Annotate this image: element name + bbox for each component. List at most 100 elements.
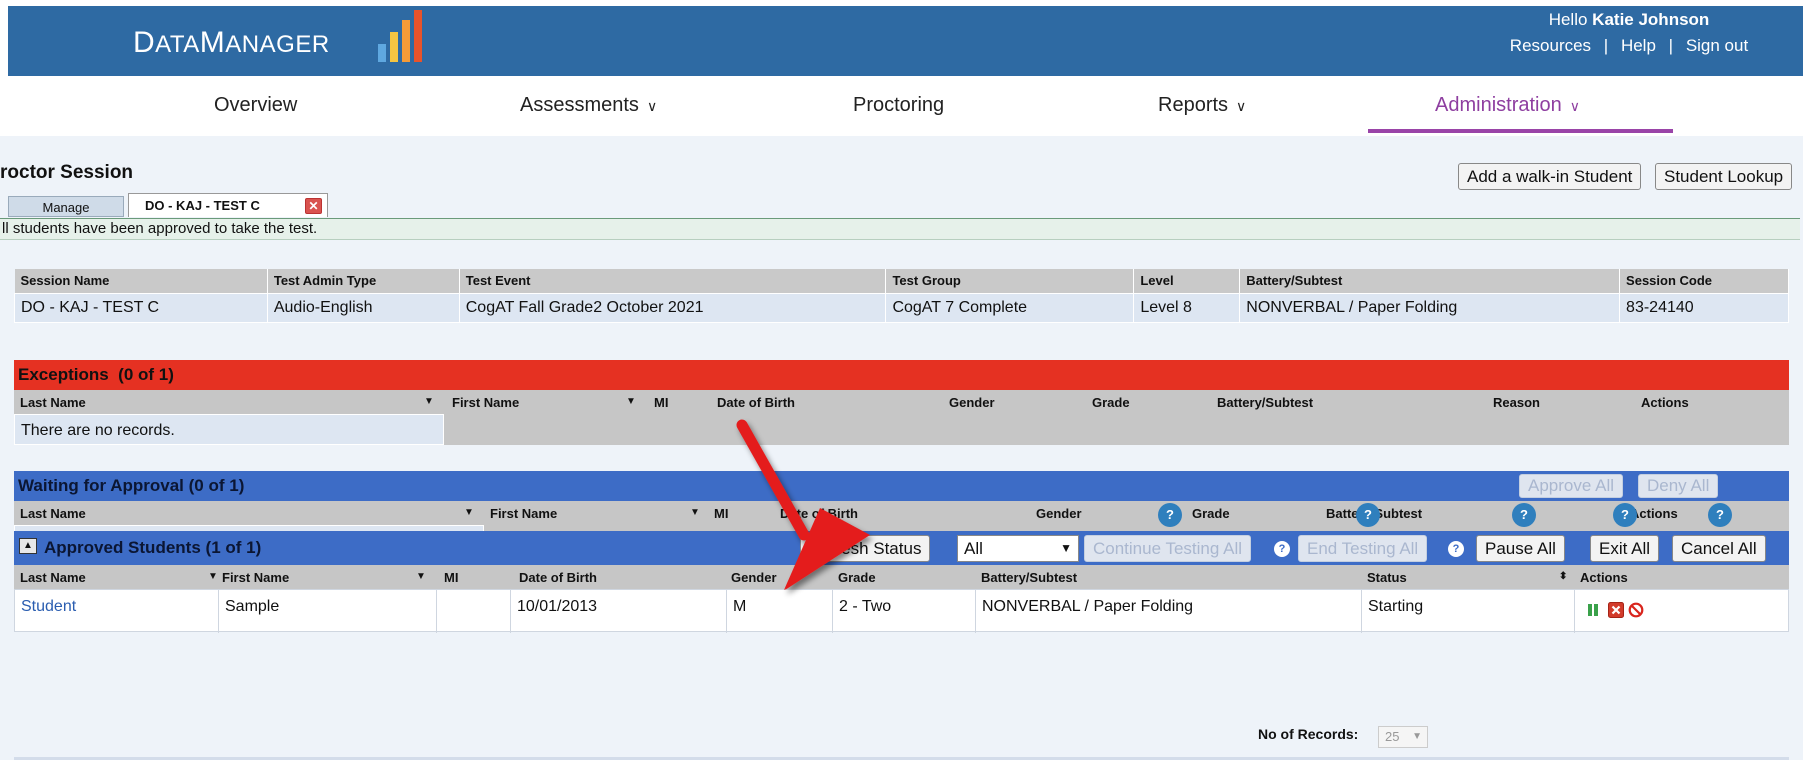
user-name: Katie Johnson [1592,10,1710,29]
add-walk-in-student-button[interactable]: Add a walk-in Student [1458,163,1642,190]
student-lookup-button[interactable]: Student Lookup [1655,163,1793,190]
help-link[interactable]: Help [1621,36,1656,55]
column-header: Grade [1192,506,1230,521]
column-header: Actions [1630,506,1678,521]
help-icon[interactable]: ? [1613,503,1637,527]
separator: | [1668,36,1674,55]
nav-assessments[interactable]: Assessments ∨ [520,94,657,117]
table-cell: DO - KAJ - TEST C [14,292,268,323]
sort-down-icon[interactable]: ▼ [208,571,218,582]
table-cell: NONVERBAL / Paper Folding [976,590,1362,633]
column-header: Date of Birth [519,570,597,585]
column-header[interactable]: Last Name [20,506,86,521]
exceptions-columns: Last Name ▼ First Name ▼ MI Date of Birt… [14,390,1789,414]
table-cell: CogAT Fall Grade2 October 2021 [458,292,887,323]
help-icon[interactable]: ? [1356,503,1380,527]
table-header-row: Session Name Test Admin Type Test Event … [14,269,1789,293]
approval-notice: ll students have been approved to take t… [0,218,1800,240]
logo-bars-icon [378,10,424,62]
status-filter-select[interactable]: All ▼ [957,535,1079,562]
pause-icon[interactable] [1585,602,1601,618]
table-cell: CogAT 7 Complete [885,292,1135,323]
sort-down-icon[interactable]: ▼ [464,507,474,518]
nav-reports[interactable]: Reports ∨ [1158,94,1246,117]
help-icon[interactable]: ? [1158,503,1182,527]
column-header: Test Event [459,269,887,293]
separator: | [1603,36,1609,55]
help-icon[interactable]: ? [1708,503,1732,527]
exit-all-button[interactable]: Exit All [1590,535,1660,562]
tab-manage[interactable]: Manage [8,196,124,217]
column-header[interactable]: Last Name [20,395,86,410]
main-nav: Overview Assessments ∨ Proctoring Reports… [8,76,1803,136]
column-header[interactable]: First Name [222,570,289,585]
column-header: MI [714,506,729,521]
sort-icon[interactable]: ⬍ [1559,571,1567,582]
column-header: Gender [731,570,777,585]
refresh-status-button[interactable]: Refresh Status [800,535,931,562]
table-cell: M [727,590,833,633]
page-title: roctor Session [0,162,134,183]
nav-administration[interactable]: Administration ∨ [1435,94,1580,117]
column-header: Session Name [14,269,268,293]
nav-proctoring[interactable]: Proctoring [853,94,944,117]
active-nav-underline [1368,129,1673,133]
cancel-all-button[interactable]: Cancel All [1672,535,1766,562]
column-header: Grade [1092,395,1130,410]
chevron-down-icon: ∨ [1569,98,1580,114]
column-header[interactable]: First Name [490,506,557,521]
column-header: Reason [1493,395,1540,410]
close-tab-icon[interactable]: ✕ [305,198,322,214]
sort-down-icon[interactable]: ▼ [690,507,700,518]
table-cell: 2 - Two [833,590,976,633]
help-icon[interactable]: ? [1512,503,1536,527]
records-label: No of Records: [1258,726,1359,742]
cancel-icon[interactable] [1628,602,1644,618]
table-cell: Audio-English [266,292,460,323]
sort-down-icon[interactable]: ▼ [416,571,426,582]
sort-down-icon[interactable]: ▼ [424,396,434,407]
help-icon[interactable]: ? [1448,541,1464,557]
exceptions-empty-row: There are no records. [14,414,1789,445]
deny-all-button[interactable]: Deny All [1638,474,1719,498]
continue-testing-all-button[interactable]: Continue Testing All [1084,535,1252,562]
page-size-select[interactable]: 25 ▼ [1378,726,1428,748]
exit-icon[interactable] [1608,602,1624,618]
table-row: Student Sample 10/01/2013 M 2 - Two NONV… [14,589,1789,633]
column-header: Actions [1641,395,1689,410]
column-header: Test Group [885,269,1135,293]
column-header: Battery/Subtest [981,570,1078,585]
help-icon[interactable]: ? [1274,541,1290,557]
tab-current-session[interactable]: DO - KAJ - TEST C ✕ [128,193,328,217]
column-header: Battery/Subtest [1239,269,1621,293]
sign-out-link[interactable]: Sign out [1686,36,1748,55]
approve-all-button[interactable]: Approve All [1519,474,1623,498]
session-info-table: Session Name Test Admin Type Test Event … [14,269,1789,323]
resources-link[interactable]: Resources [1510,36,1591,55]
table-cell: Sample [219,590,437,633]
table-cell: Level 8 [1133,292,1241,323]
header-links: Resources | Help | Sign out [1469,36,1789,56]
exceptions-header: Exceptions (0 of 1) [14,360,1789,390]
sort-down-icon[interactable]: ▼ [626,396,636,407]
column-header: Test Admin Type [267,269,460,293]
column-header: MI [444,570,459,585]
chevron-down-icon: ▼ [1412,731,1422,742]
column-header: Date of Birth [780,506,858,521]
student-last-name-link[interactable]: Student [15,590,219,633]
column-header: Date of Birth [717,395,795,410]
column-header: Actions [1580,570,1628,585]
nav-overview[interactable]: Overview [214,94,297,117]
column-header: Gender [1036,506,1082,521]
user-greeting: Hello Katie Johnson [1548,10,1710,29]
pause-all-button[interactable]: Pause All [1476,535,1565,562]
datamanager-logo[interactable]: DATAMANAGER [133,26,330,60]
column-header[interactable]: Last Name [20,570,86,585]
column-header: MI [654,395,669,410]
collapse-icon[interactable]: ▲ [19,538,37,554]
end-testing-all-button[interactable]: End Testing All [1298,535,1428,562]
column-header[interactable]: First Name [452,395,519,410]
table-row: DO - KAJ - TEST C Audio-English CogAT Fa… [14,292,1789,323]
column-header: Status [1367,570,1407,585]
chevron-down-icon: ∨ [646,98,658,114]
